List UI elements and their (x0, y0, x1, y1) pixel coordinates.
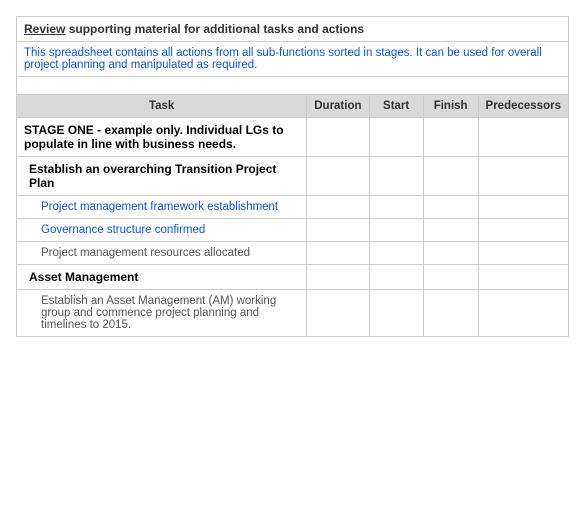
main-table: Review supporting material for additiona… (16, 16, 569, 337)
header-row: Review supporting material for additiona… (17, 17, 569, 42)
section1-start (369, 157, 423, 196)
task-2-pred (478, 219, 568, 242)
asset-task-row-1: Establish an Asset Management (AM) worki… (17, 290, 569, 337)
col-header-task: Task (17, 95, 307, 118)
section2-finish (423, 265, 478, 290)
asset-task-1-duration (307, 290, 369, 337)
task-1-finish (423, 196, 478, 219)
section2-duration (307, 265, 369, 290)
section1-row: Establish an overarching Transition Proj… (17, 157, 569, 196)
task-2-start (369, 219, 423, 242)
task-3-start (369, 242, 423, 265)
asset-task-1-finish (423, 290, 478, 337)
task-3-pred (478, 242, 568, 265)
task-row-2: Governance structure confirmed (17, 219, 569, 242)
task-2-duration (307, 219, 369, 242)
info-cell: This spreadsheet contains all actions fr… (17, 42, 569, 77)
task-2-finish (423, 219, 478, 242)
task-3-duration (307, 242, 369, 265)
col-header-duration: Duration (307, 95, 369, 118)
task-2-label: Governance structure confirmed (17, 219, 307, 242)
header-cell: Review supporting material for additiona… (17, 17, 569, 42)
section2-row: Asset Management (17, 265, 569, 290)
task-row-1: Project management framework establishme… (17, 196, 569, 219)
stage-one-row: STAGE ONE - example only. Individual LGs… (17, 118, 569, 157)
section1-label: Establish an overarching Transition Proj… (17, 157, 307, 196)
column-header-row: Task Duration Start Finish Predecessors (17, 95, 569, 118)
review-bold-text: Review (24, 22, 65, 36)
spacer-row (17, 77, 569, 95)
section2-pred (478, 265, 568, 290)
task-1-label: Project management framework establishme… (17, 196, 307, 219)
section1-duration (307, 157, 369, 196)
task-row-3: Project management resources allocated (17, 242, 569, 265)
asset-task-1-label: Establish an Asset Management (AM) worki… (17, 290, 307, 337)
col-header-predecessors: Predecessors (478, 95, 568, 118)
task-1-duration (307, 196, 369, 219)
col-header-finish: Finish (423, 95, 478, 118)
header-rest-text: supporting material for additional tasks… (65, 22, 364, 36)
task-3-label: Project management resources allocated (17, 242, 307, 265)
task-3-finish (423, 242, 478, 265)
stage-one-duration (307, 118, 369, 157)
section2-start (369, 265, 423, 290)
stage-one-start (369, 118, 423, 157)
section2-label: Asset Management (17, 265, 307, 290)
stage-one-label: STAGE ONE - example only. Individual LGs… (17, 118, 307, 157)
asset-task-1-pred (478, 290, 568, 337)
asset-task-1-start (369, 290, 423, 337)
spacer-cell (17, 77, 569, 95)
section1-finish (423, 157, 478, 196)
stage-one-finish (423, 118, 478, 157)
stage-one-pred (478, 118, 568, 157)
info-row: This spreadsheet contains all actions fr… (17, 42, 569, 77)
task-1-start (369, 196, 423, 219)
section1-pred (478, 157, 568, 196)
task-1-pred (478, 196, 568, 219)
col-header-start: Start (369, 95, 423, 118)
